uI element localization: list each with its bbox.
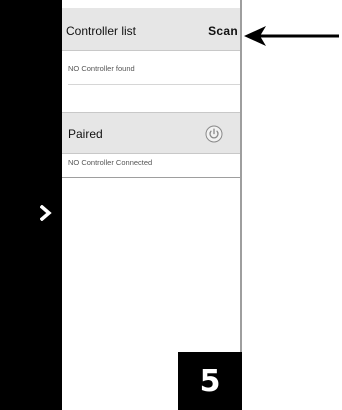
step-number-badge: 5	[178, 352, 242, 410]
no-controller-connected-text: NO Controller Connected	[68, 158, 153, 167]
arrow-left-icon	[244, 26, 339, 46]
divider	[68, 84, 240, 85]
list-bottom-divider	[62, 177, 240, 178]
chevron-right-icon[interactable]	[40, 205, 52, 221]
sidebar	[0, 0, 62, 410]
no-controller-found-text: NO Controller found	[68, 64, 135, 73]
paired-header: Paired	[62, 112, 240, 154]
controller-panel: Controller list Scan NO Controller found…	[62, 0, 242, 410]
scan-button[interactable]: Scan	[208, 24, 238, 38]
paired-title: Paired	[68, 127, 103, 141]
power-icon[interactable]	[205, 125, 223, 143]
controller-list-title: Controller list	[66, 24, 137, 38]
controller-list-header: Controller list Scan	[62, 8, 240, 51]
